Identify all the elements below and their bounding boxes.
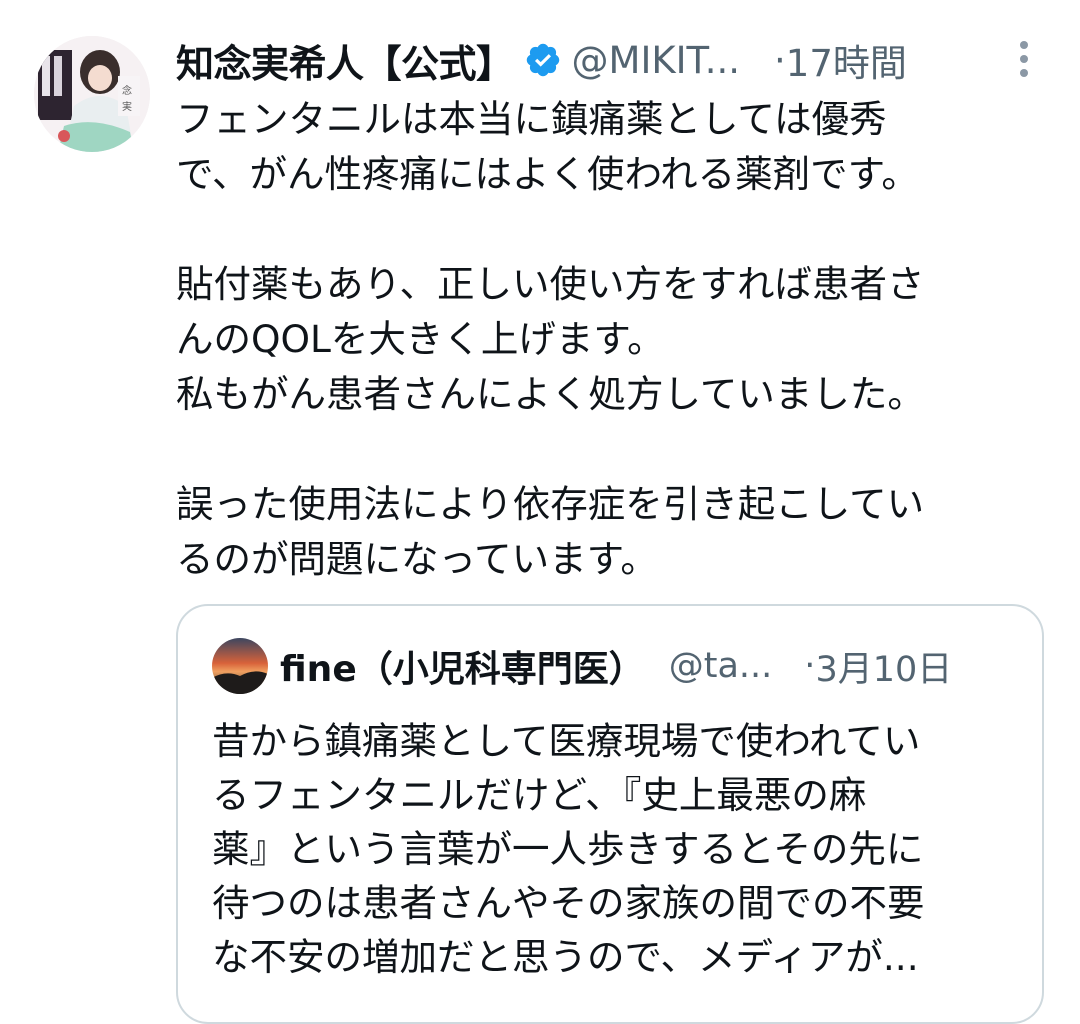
author-handle[interactable]: @MIKIT... — [572, 39, 741, 82]
tweet-timestamp[interactable]: 17時間 — [786, 33, 907, 87]
tweet[interactable]: 念 実 知念実希人【公式】 @MIKIT... · 17時間 フェンタニルは本当… — [0, 0, 1080, 1024]
tweet-header: 知念実希人【公式】 @MIKIT... · 17時間 — [176, 30, 1056, 90]
quoted-tweet-header: fine（小児科専門医） @ta... · 3月10日 — [212, 636, 952, 696]
author-avatar[interactable]: 念 実 — [34, 36, 150, 152]
quoted-author-display-name[interactable]: fine（小児科専門医） — [280, 640, 645, 692]
quoted-author-handle[interactable]: @ta... — [669, 646, 773, 686]
verified-badge-icon — [524, 41, 562, 79]
header-separator: · — [774, 38, 786, 82]
tweet-paragraph: 誤った使用法により依存症を引き起こしてい るのが問題になっています。 — [176, 482, 925, 581]
tweet-paragraph: フェンタニルは本当に鎮痛薬としては優秀 で、がん性疼痛にはよく使われる薬剤です。 — [176, 97, 919, 196]
more-vertical-icon[interactable] — [1012, 38, 1036, 82]
quoted-header-separator: · — [804, 646, 816, 686]
svg-text:実: 実 — [122, 100, 132, 113]
svg-text:念: 念 — [122, 84, 132, 97]
tweet-body: フェンタニルは本当に鎮痛薬としては優秀 で、がん性疼痛にはよく使われる薬剤です。… — [176, 92, 1036, 587]
tweet-paragraph: 貼付薬もあり、正しい使い方をすれば患者さ んのQOLを大きく上げます。 私もがん… — [176, 262, 925, 416]
quoted-tweet[interactable]: fine（小児科専門医） @ta... · 3月10日 昔から鎮痛薬として医療現… — [176, 604, 1044, 1024]
quoted-tweet-timestamp[interactable]: 3月10日 — [815, 641, 952, 692]
author-display-name[interactable]: 知念実希人【公式】 — [176, 33, 514, 88]
quoted-tweet-text: 昔から鎮痛薬として医療現場で使われてい るフェンタニルだけど、『史上最悪の麻 薬… — [212, 719, 925, 979]
quoted-author-avatar[interactable] — [212, 638, 268, 694]
avatar-image: 念 実 — [34, 36, 150, 152]
